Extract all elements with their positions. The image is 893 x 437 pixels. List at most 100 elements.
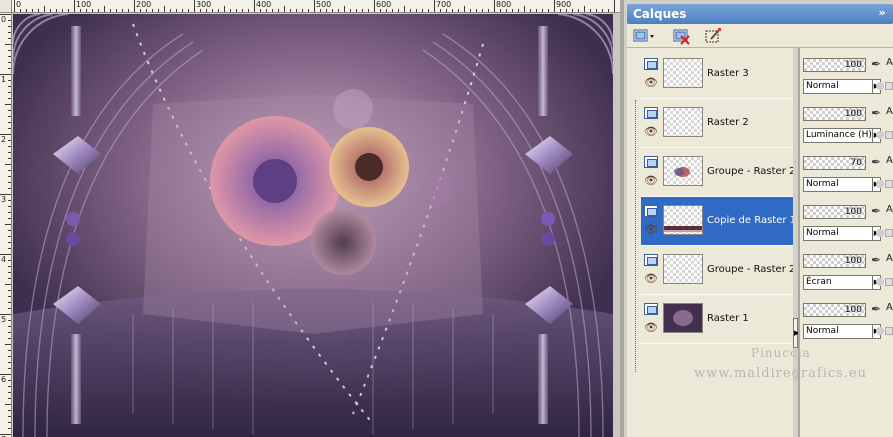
image-canvas[interactable] xyxy=(13,14,613,437)
ruler-label: 2 xyxy=(1,135,7,144)
ruler-tick xyxy=(200,9,201,12)
eye-icon[interactable]: 👁 xyxy=(644,77,658,88)
ruler-tick xyxy=(224,6,225,12)
link-icon[interactable] xyxy=(876,278,884,286)
layer-name: Raster 2 xyxy=(707,117,749,128)
opacity-slider[interactable]: 100 xyxy=(803,254,866,268)
lock-checkbox[interactable] xyxy=(885,131,893,139)
ruler-tick xyxy=(428,9,429,12)
ruler-tick xyxy=(5,104,11,105)
link-icon[interactable] xyxy=(876,229,884,237)
eye-icon[interactable]: 👁 xyxy=(644,175,658,186)
new-layer-icon xyxy=(633,29,654,42)
opacity-slider[interactable]: 100 xyxy=(803,107,866,121)
blend-mode-select[interactable]: Normal xyxy=(803,177,873,192)
ruler-tick xyxy=(566,9,567,12)
delete-layer-button[interactable] xyxy=(672,27,692,45)
opacity-slider[interactable]: 100 xyxy=(803,58,866,72)
ruler-tick xyxy=(320,9,321,12)
artwork-image xyxy=(13,14,613,437)
ruler-tick xyxy=(8,110,11,111)
ruler-tick xyxy=(8,260,11,261)
opacity-slider[interactable]: 70 xyxy=(803,156,866,170)
blend-mode-select[interactable]: Luminance (H) xyxy=(803,128,873,143)
ruler-tick xyxy=(422,9,423,12)
ruler-tick xyxy=(230,9,231,12)
ruler-tick xyxy=(44,6,45,12)
ruler-tick xyxy=(386,9,387,12)
ruler-tick xyxy=(8,416,11,417)
brush-lock-icon[interactable]: ✒ xyxy=(871,302,885,316)
ruler-tick xyxy=(8,20,11,21)
brush-lock-icon[interactable]: ✒ xyxy=(871,253,885,267)
link-icon[interactable] xyxy=(876,131,884,139)
layer-row-groupe-raster-2[interactable]: 👁 Groupe - Raster 2 xyxy=(641,148,796,197)
lock-checkbox[interactable] xyxy=(885,278,893,286)
layer-name: Groupe - Raster 2 xyxy=(707,166,796,177)
layer-props-row: 100 ✒ A Luminance (H) ▶ xyxy=(800,99,893,148)
lock-checkbox[interactable] xyxy=(885,82,893,90)
brush-lock-icon[interactable]: ✒ xyxy=(871,106,885,120)
opacity-slider[interactable]: 100 xyxy=(803,205,866,219)
layer-icon xyxy=(644,254,658,266)
new-layer-button[interactable] xyxy=(632,27,654,45)
ruler-tick xyxy=(248,9,249,12)
palette-collapse-icon[interactable]: » xyxy=(875,6,889,20)
ruler-tick xyxy=(8,182,11,183)
layer-props-row: 100 ✒ A Normal ▶ xyxy=(800,295,893,344)
layer-row-groupe-raster-2-b[interactable]: 👁 Groupe - Raster 2 xyxy=(641,246,795,295)
link-icon[interactable] xyxy=(876,327,884,335)
ruler-tick xyxy=(440,9,441,12)
blend-mode-select[interactable]: Normal xyxy=(803,79,873,94)
opacity-slider[interactable]: 100 xyxy=(803,303,866,317)
ruler-tick xyxy=(446,9,447,12)
ruler-tick xyxy=(128,9,129,12)
ruler-tick xyxy=(302,9,303,12)
blend-mode-select[interactable]: Normal xyxy=(803,226,873,241)
layer-row-raster-3[interactable]: 👁 Raster 3 xyxy=(641,50,793,99)
ruler-tick xyxy=(8,26,11,27)
ruler-tick xyxy=(8,98,11,99)
link-icon[interactable] xyxy=(876,180,884,188)
eye-icon[interactable]: 👁 xyxy=(644,126,658,137)
eye-icon[interactable]: 👁 xyxy=(644,273,658,284)
ruler-corner xyxy=(0,0,12,13)
brush-lock-icon[interactable]: ✒ xyxy=(871,204,885,218)
lock-checkbox[interactable] xyxy=(885,327,893,335)
delete-layer-icon xyxy=(673,29,690,45)
ruler-tick xyxy=(482,9,483,12)
ruler-tick xyxy=(62,9,63,12)
ruler-tick xyxy=(104,6,105,12)
ruler-tick xyxy=(8,122,11,123)
ruler-tick xyxy=(464,6,465,12)
layer-icon xyxy=(644,58,658,70)
ruler-tick xyxy=(542,9,543,12)
ruler-tick xyxy=(176,9,177,12)
ruler-tick xyxy=(260,9,261,12)
ruler-tick xyxy=(56,9,57,12)
eye-icon[interactable]: 👁 xyxy=(644,224,658,235)
palette-titlebar[interactable]: Calques » xyxy=(627,4,893,24)
ruler-tick xyxy=(8,242,11,243)
link-icon[interactable] xyxy=(876,82,884,90)
layer-thumbnail xyxy=(663,58,703,88)
brush-lock-icon[interactable]: ✒ xyxy=(871,155,885,169)
layer-row-raster-2[interactable]: 👁 Raster 2 xyxy=(641,99,793,148)
eye-icon[interactable]: 👁 xyxy=(644,322,658,333)
blend-mode-select[interactable]: Normal xyxy=(803,324,873,339)
mask-button[interactable] xyxy=(703,27,723,45)
blend-mode-select[interactable]: Écran xyxy=(803,275,873,290)
ruler-tick xyxy=(86,9,87,12)
brush-lock-icon[interactable]: ✒ xyxy=(871,57,885,71)
ruler-label: 200 xyxy=(136,0,152,9)
lock-checkbox[interactable] xyxy=(885,180,893,188)
layer-row-raster-1[interactable]: 👁 Raster 1 xyxy=(641,295,793,344)
palette-title: Calques xyxy=(633,7,687,21)
ruler-tick xyxy=(476,9,477,12)
ruler-tick xyxy=(8,356,11,357)
layer-row-copie-de-raster-1[interactable]: 👁 Copie de Raster 1 xyxy=(641,197,796,246)
ruler-tick xyxy=(326,9,327,12)
layer-icon xyxy=(644,156,658,168)
lock-checkbox[interactable] xyxy=(885,229,893,237)
ruler-label: 0 xyxy=(16,0,22,9)
